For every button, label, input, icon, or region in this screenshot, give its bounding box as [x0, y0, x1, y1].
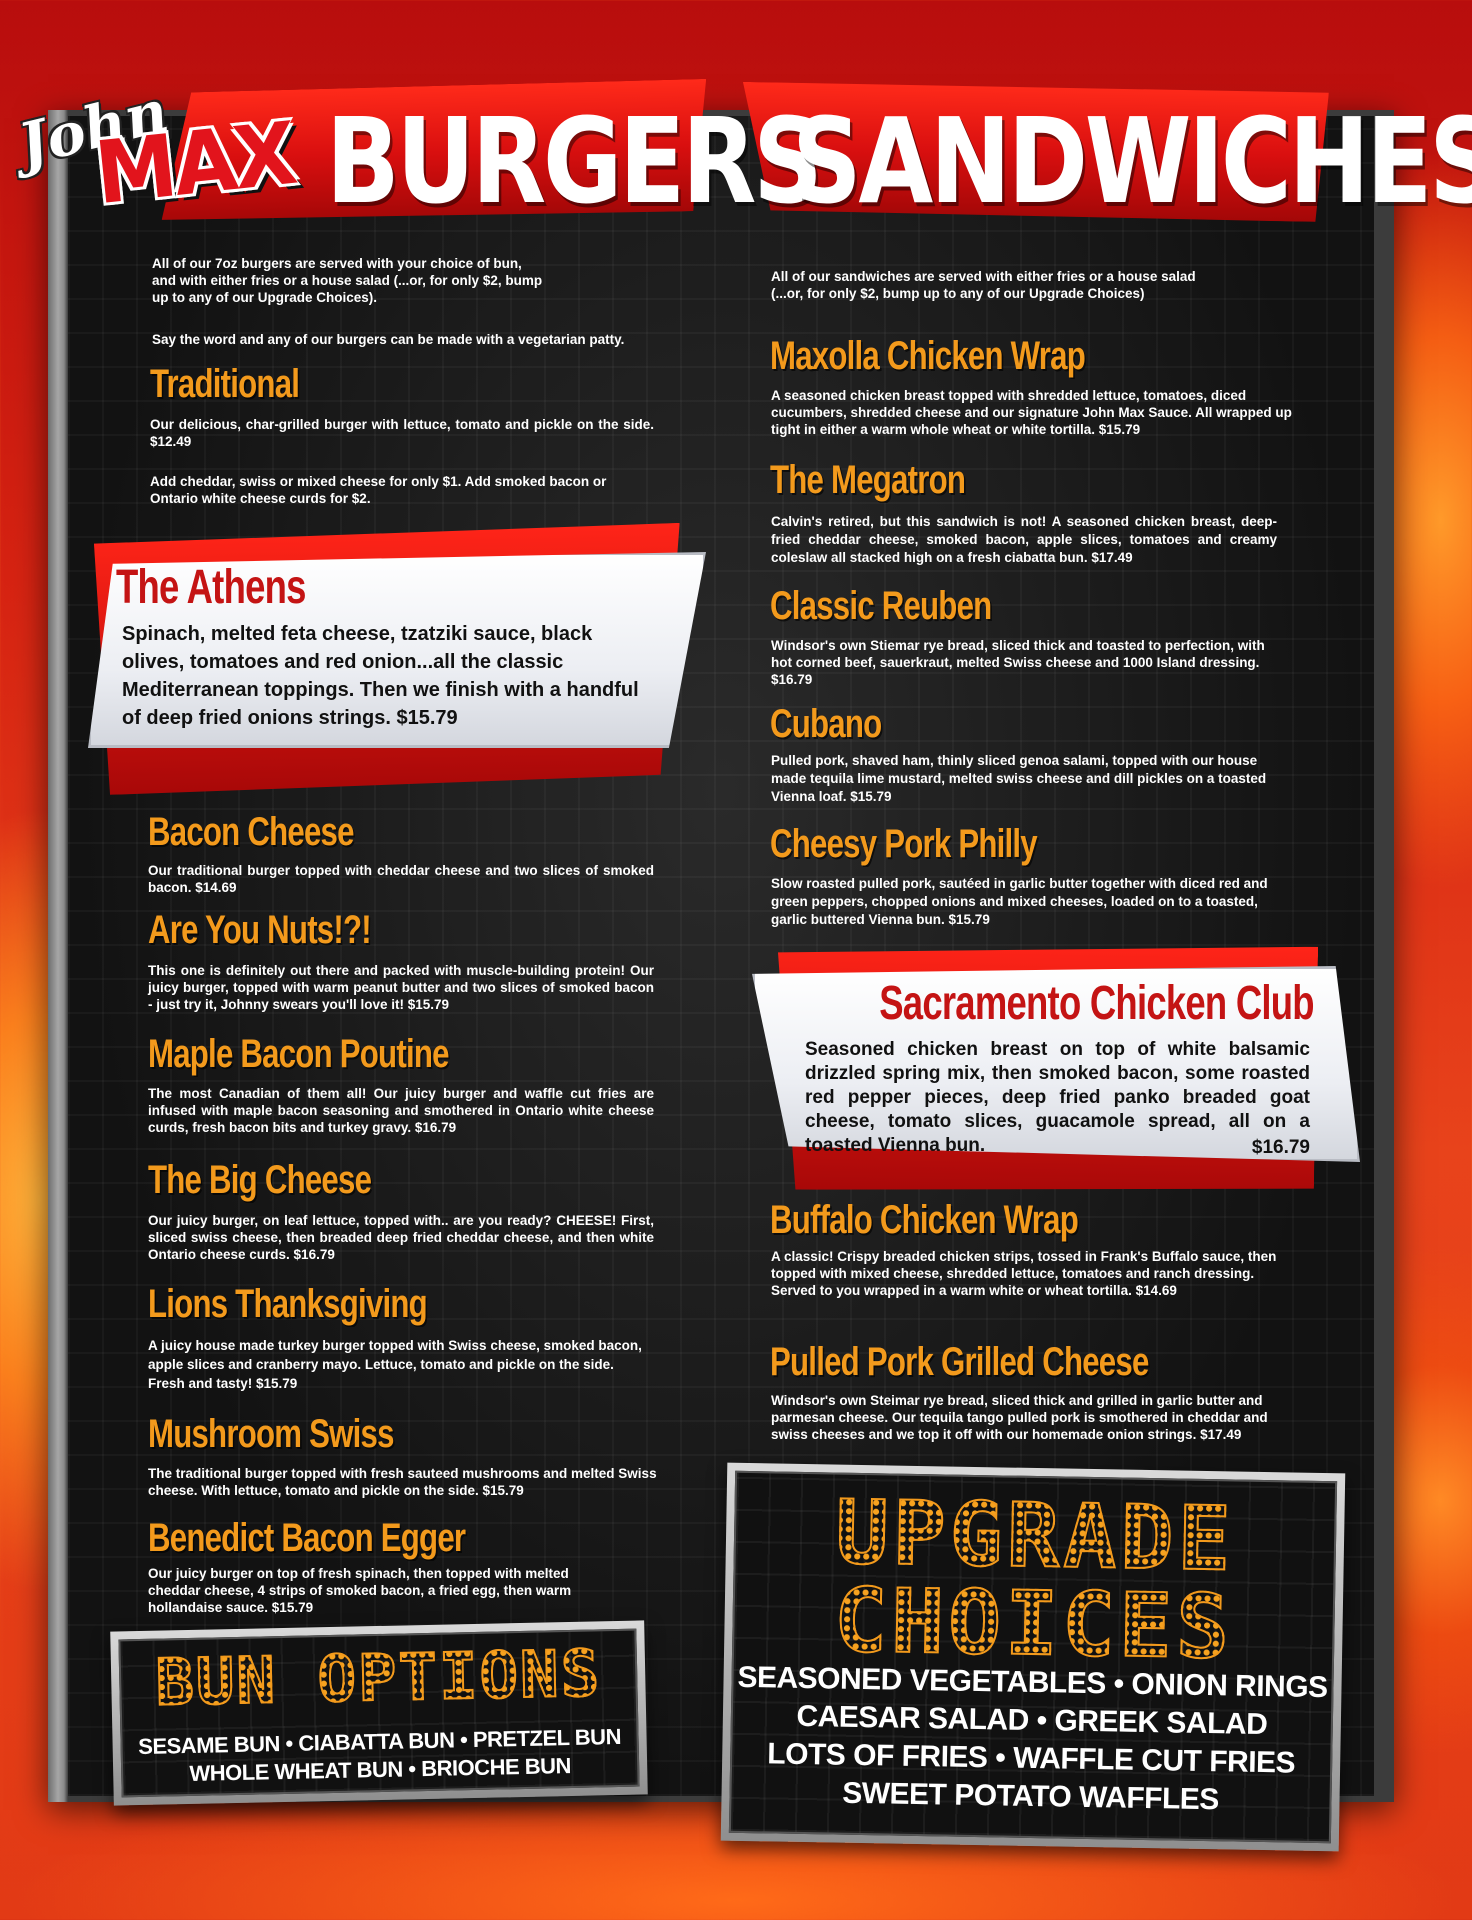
burgers-intro: All of our 7oz burgers are served with y…	[152, 255, 672, 306]
item-title: Buffalo Chicken Wrap	[770, 1198, 1079, 1242]
item-title: Maple Bacon Poutine	[148, 1032, 449, 1076]
burgers-heading: BURGERS	[326, 92, 823, 230]
item-desc: The traditional burger topped with fresh…	[148, 1466, 657, 1498]
john-max-logo: John MAX	[12, 77, 318, 238]
featured-burger-desc: Spinach, melted feta cheese, tzatziki sa…	[122, 623, 639, 729]
item-desc: The most Canadian of them all! Our juicy…	[148, 1086, 654, 1135]
item-desc: Our juicy burger, on leaf lettuce, toppe…	[148, 1213, 654, 1262]
burgers-intro-line: All of our 7oz burgers are served with y…	[152, 256, 522, 271]
upgrade-title-line: UPGRADE	[834, 1480, 1237, 1592]
item-title: Bacon Cheese	[148, 810, 354, 854]
logo-max-text: MAX	[90, 103, 299, 225]
upgrade-choices-list: SEASONED VEGETABLES • ONION RINGS CAESAR…	[731, 1659, 1332, 1821]
item-title: Benedict Bacon Egger	[148, 1516, 466, 1560]
sandwiches-intro-line: (...or, for only $2, bump up to any of o…	[771, 286, 1145, 301]
sandwiches-heading: SANDWICHES	[792, 92, 1472, 230]
item-title: Mushroom Swiss	[148, 1412, 394, 1456]
item-desc: Windsor's own Stiemar rye bread, sliced …	[771, 638, 1265, 687]
item-desc: Pulled pork, shaved ham, thinly sliced g…	[771, 753, 1267, 804]
item-desc: Calvin's retired, but this sandwich is n…	[771, 514, 1277, 565]
item-desc: A classic! Crispy breaded chicken strips…	[771, 1249, 1277, 1298]
item-desc: This one is definitely out there and pac…	[148, 963, 654, 1012]
item-desc: Our traditional burger topped with chedd…	[148, 863, 654, 895]
item-title: The Megatron	[770, 458, 966, 502]
burgers-intro-line: and with either fries or a house salad (…	[152, 273, 543, 288]
sandwiches-intro: All of our sandwiches are served with ei…	[771, 268, 1291, 302]
item-desc: A juicy house made turkey burger topped …	[148, 1338, 642, 1391]
item-title: Lions Thanksgiving	[148, 1282, 428, 1326]
upgrade-title-line: CHOICES	[832, 1568, 1235, 1680]
item-title: Pulled Pork Grilled Cheese	[770, 1340, 1149, 1384]
item-title: Classic Reuben	[770, 584, 992, 628]
featured-sandwich-price: $16.79	[1251, 1137, 1310, 1158]
traditional-addon-note: Add cheddar, swiss or mixed cheese for o…	[150, 474, 607, 506]
item-title: Cheesy Pork Philly	[770, 822, 1038, 866]
veg-note: Say the word and any of our burgers can …	[152, 332, 625, 347]
item-title-traditional: Traditional	[150, 362, 300, 406]
upgrade-choices-box: UPGRADE CHOICES SEASONED VEGETABLES • ON…	[720, 1462, 1346, 1852]
upgrade-choices-panel: UPGRADE CHOICES SEASONED VEGETABLES • ON…	[728, 1470, 1338, 1844]
burgers-intro-line: up to any of our Upgrade Choices).	[152, 290, 378, 305]
sandwiches-intro-line: All of our sandwiches are served with ei…	[771, 269, 1196, 284]
bun-options-box: BUN OPTIONS SESAME BUN • CIABATTA BUN • …	[110, 1620, 648, 1806]
bun-options-list: SESAME BUN • CIABATTA BUN • PRETZEL BUN …	[122, 1723, 637, 1790]
featured-sandwich-title: Sacramento Chicken Club	[879, 977, 1314, 1030]
item-title: Are You Nuts!?!	[148, 908, 372, 952]
item-desc-traditional: Our delicious, char-grilled burger with …	[150, 417, 654, 449]
item-desc: Slow roasted pulled pork, sautéed in gar…	[771, 876, 1268, 927]
featured-burger-title: The Athens	[116, 561, 306, 614]
bun-options-panel: BUN OPTIONS SESAME BUN • CIABATTA BUN • …	[118, 1628, 640, 1798]
item-desc: Our juicy burger on top of fresh spinach…	[148, 1566, 572, 1615]
bun-options-title: BUN OPTIONS	[121, 1636, 636, 1721]
upgrade-choices-title: UPGRADE CHOICES	[734, 1480, 1335, 1680]
item-title: Cubano	[770, 702, 882, 746]
item-desc: Windsor's own Steimar rye bread, sliced …	[771, 1393, 1268, 1442]
item-title: The Big Cheese	[148, 1158, 372, 1202]
item-desc: A seasoned chicken breast topped with sh…	[771, 388, 1292, 437]
item-title: Maxolla Chicken Wrap	[770, 334, 1086, 378]
